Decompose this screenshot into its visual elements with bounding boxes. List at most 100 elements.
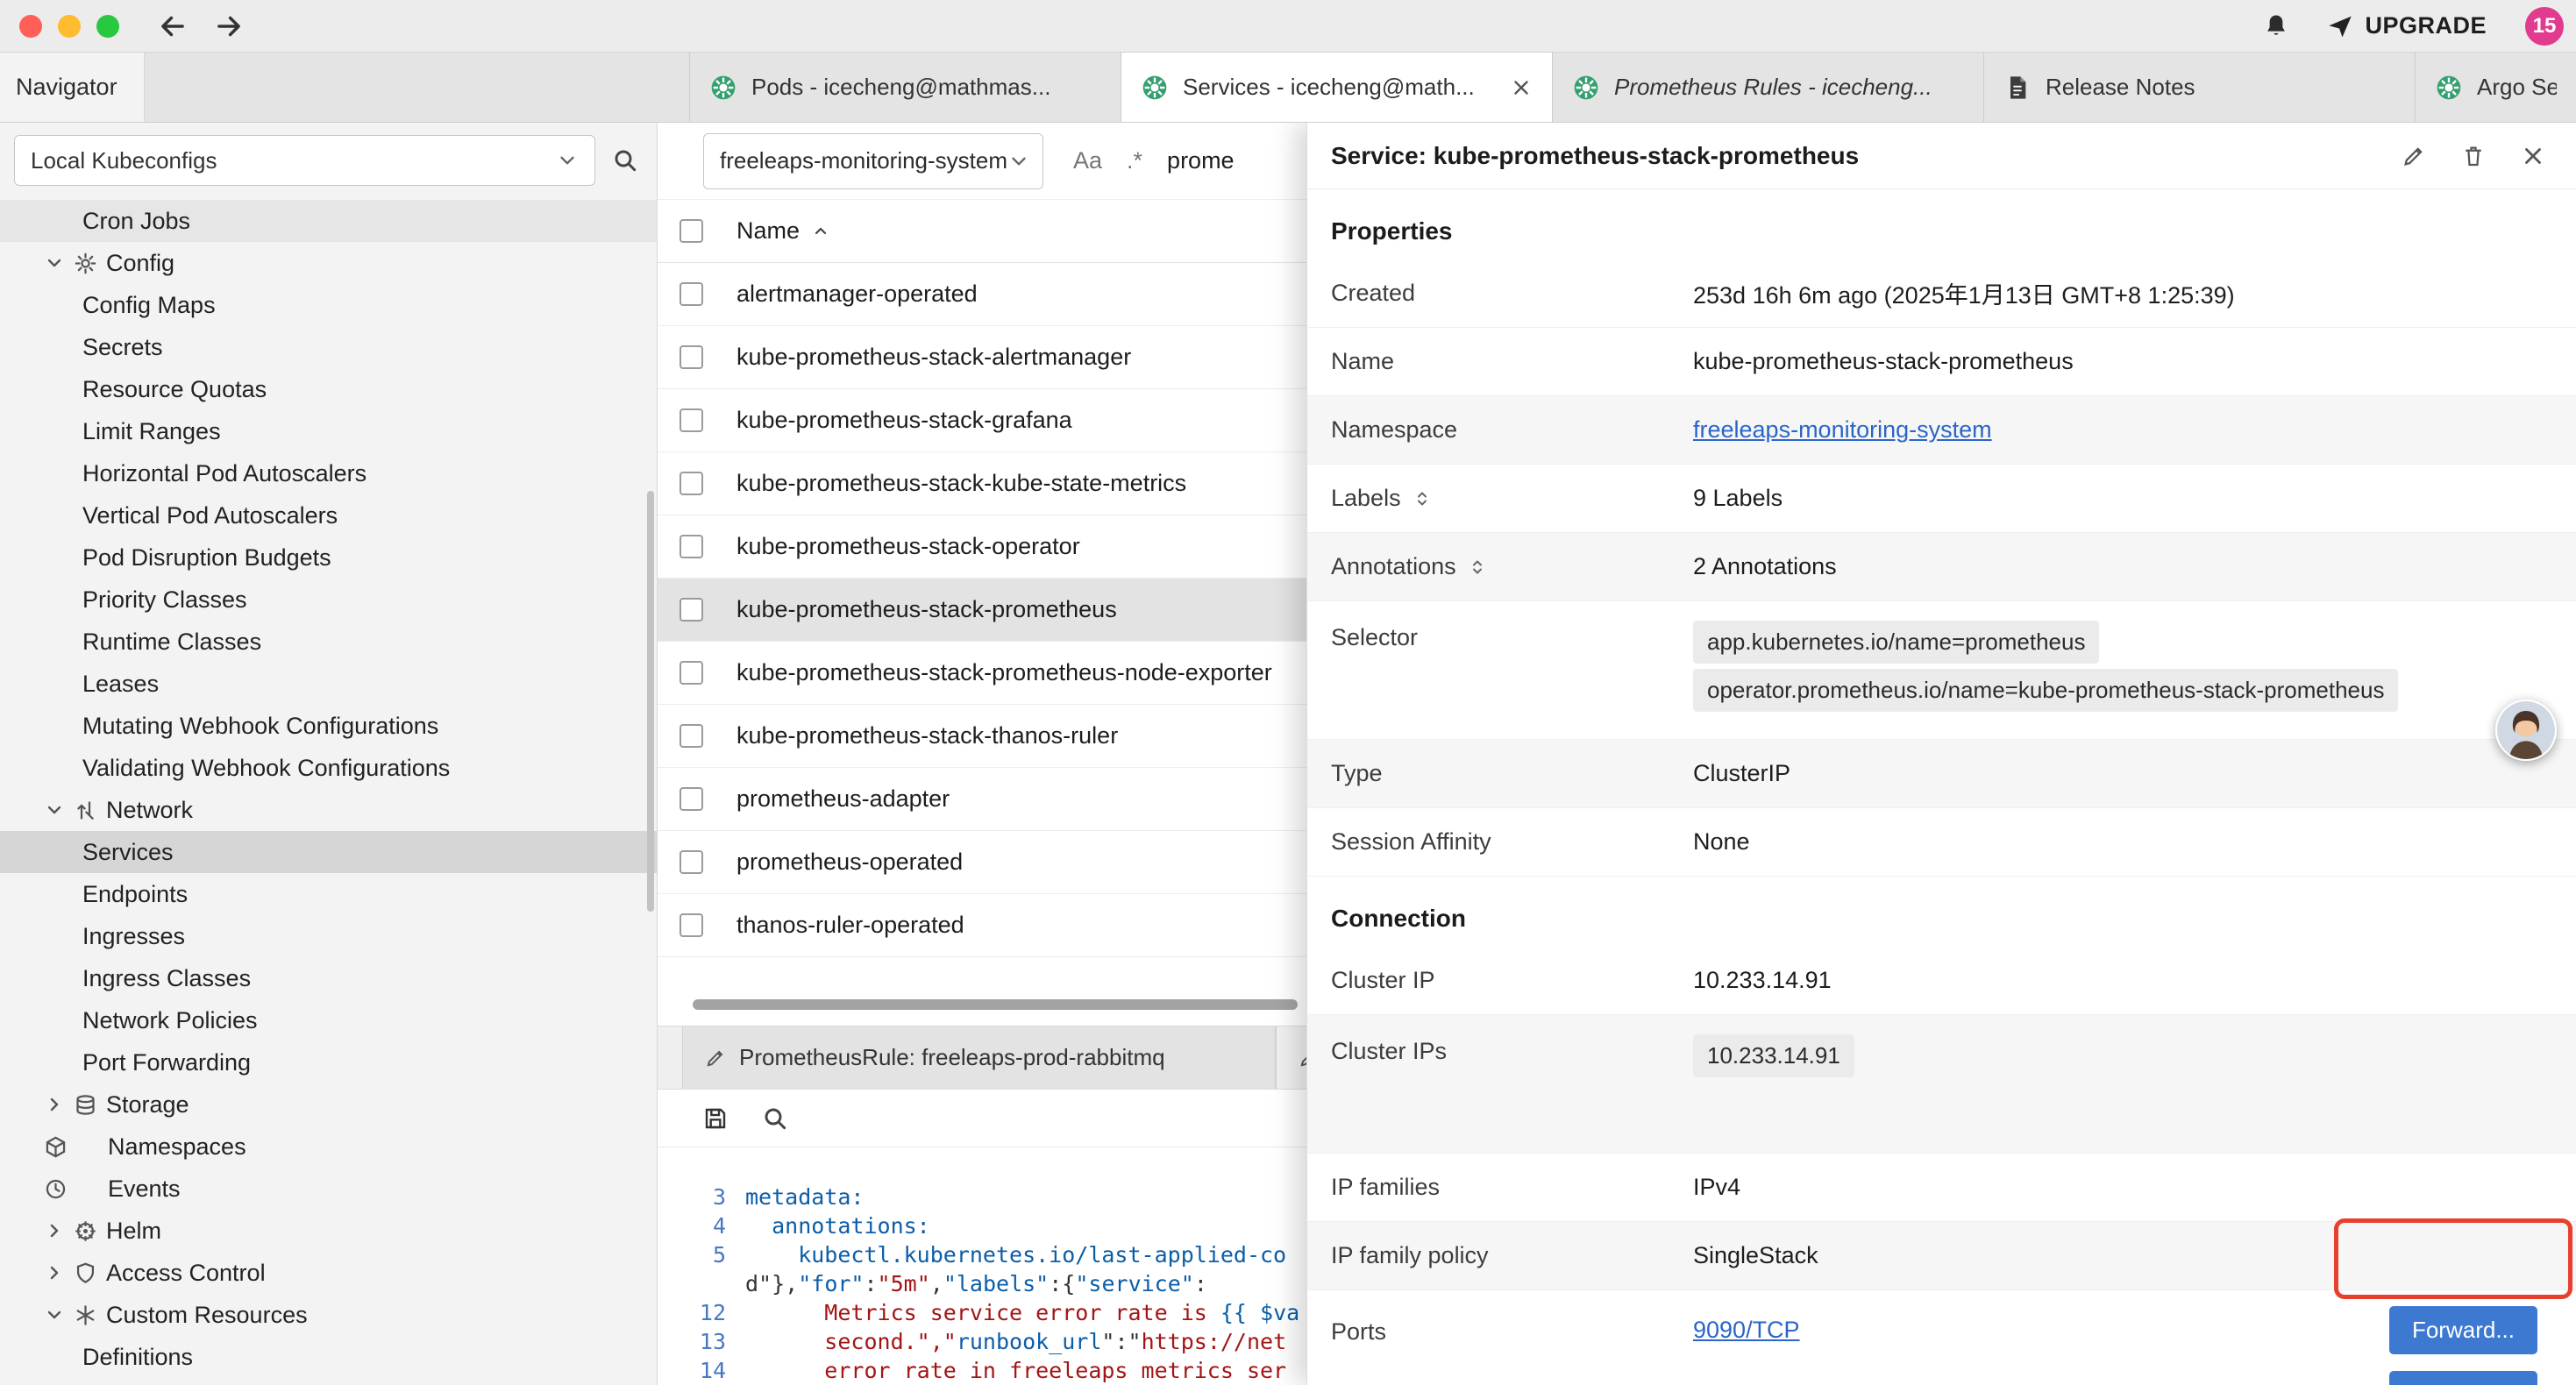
dock-tab-prometheusrule[interactable]: PrometheusRule: freeleaps-prod-rabbitmq bbox=[682, 1026, 1276, 1089]
sidebar-item-endpoints[interactable]: Endpoints bbox=[0, 873, 657, 915]
delete-icon[interactable] bbox=[2460, 143, 2487, 169]
maximize-window-button[interactable] bbox=[96, 15, 119, 38]
detail-text: None bbox=[1693, 828, 1750, 855]
sidebar-item-limit-ranges[interactable]: Limit Ranges bbox=[0, 410, 657, 452]
custom-icon bbox=[74, 1303, 97, 1327]
detail-label: Session Affinity bbox=[1331, 828, 1693, 856]
row-name: prometheus-operated bbox=[737, 849, 963, 876]
detail-row-labels: Labels9 Labels bbox=[1307, 465, 2576, 533]
namespace-link[interactable]: freeleaps-monitoring-system bbox=[1693, 416, 1992, 443]
sidebar-item-vertical-pod-autoscalers[interactable]: Vertical Pod Autoscalers bbox=[0, 494, 657, 536]
match-case-toggle[interactable]: Aa bbox=[1073, 147, 1102, 174]
sidebar-item-horizontal-pod-autoscalers[interactable]: Horizontal Pod Autoscalers bbox=[0, 452, 657, 494]
sidebar-item-ingresses[interactable]: Ingresses bbox=[0, 915, 657, 957]
sidebar-search-icon[interactable] bbox=[606, 146, 644, 174]
sidebar-item-custom-resources[interactable]: Custom Resources bbox=[0, 1294, 657, 1336]
sidebar-item-definitions[interactable]: Definitions bbox=[0, 1336, 657, 1378]
minimize-window-button[interactable] bbox=[58, 15, 81, 38]
sidebar-item-mutating-webhook-configurations[interactable]: Mutating Webhook Configurations bbox=[0, 705, 657, 747]
tab-argo-se[interactable]: Argo Se bbox=[2416, 53, 2576, 122]
kubeconfig-select[interactable]: Local Kubeconfigs bbox=[14, 135, 595, 186]
sidebar-item-label: Custom Resources bbox=[106, 1302, 308, 1329]
close-tab-icon[interactable] bbox=[1510, 76, 1533, 99]
sidebar-item-label: Config bbox=[106, 250, 174, 277]
upgrade-button[interactable]: UPGRADE bbox=[2326, 12, 2487, 40]
horizontal-scrollbar[interactable] bbox=[693, 999, 1298, 1010]
search-input[interactable]: prome bbox=[1167, 147, 1235, 174]
row-checkbox[interactable] bbox=[680, 661, 703, 685]
sort-ascending-icon[interactable] bbox=[810, 221, 831, 242]
sidebar-item-secrets[interactable]: Secrets bbox=[0, 326, 657, 368]
sidebar-item-storage[interactable]: Storage bbox=[0, 1083, 657, 1126]
tab-services-icecheng-math[interactable]: Services - icecheng@math... bbox=[1121, 53, 1553, 122]
detail-text: IPv4 bbox=[1693, 1174, 1740, 1200]
notifications-bell-icon[interactable] bbox=[2261, 11, 2291, 41]
sidebar-item-priority-classes[interactable]: Priority Classes bbox=[0, 579, 657, 621]
sidebar-item-label: Access Control bbox=[106, 1260, 266, 1287]
namespace-filter-value: freeleaps-monitoring-system bbox=[720, 147, 1007, 174]
sidebar-item-cron-jobs[interactable]: Cron Jobs bbox=[0, 200, 657, 242]
tab-pods-icecheng-mathmas[interactable]: Pods - icecheng@mathmas... bbox=[690, 53, 1121, 122]
sidebar-item-services[interactable]: Services bbox=[0, 831, 657, 873]
row-checkbox[interactable] bbox=[680, 598, 703, 621]
row-checkbox[interactable] bbox=[680, 724, 703, 748]
chevron-down-icon bbox=[44, 1304, 65, 1325]
row-checkbox[interactable] bbox=[680, 535, 703, 558]
row-checkbox[interactable] bbox=[680, 850, 703, 874]
row-checkbox[interactable] bbox=[680, 345, 703, 369]
sidebar-item-leases[interactable]: Leases bbox=[0, 663, 657, 705]
row-checkbox[interactable] bbox=[680, 787, 703, 811]
sidebar-item-runtime-classes[interactable]: Runtime Classes bbox=[0, 621, 657, 663]
detail-row-ports: Ports9090/TCPForward...8080:reloader-web… bbox=[1307, 1290, 2576, 1385]
row-name: thanos-ruler-operated bbox=[737, 912, 964, 939]
close-window-button[interactable] bbox=[19, 15, 42, 38]
forward-button[interactable]: Forward... bbox=[2389, 1371, 2537, 1385]
close-drawer-icon[interactable] bbox=[2520, 143, 2546, 169]
port-row: 8080:reloader-web/TCP Forward... bbox=[1693, 1362, 2576, 1385]
line-number: 14 bbox=[658, 1356, 745, 1385]
sidebar-item-config-maps[interactable]: Config Maps bbox=[0, 284, 657, 326]
select-all-checkbox[interactable] bbox=[680, 219, 703, 243]
tab-label: Release Notes bbox=[2046, 74, 2195, 101]
sidebar-item-ingress-classes[interactable]: Ingress Classes bbox=[0, 957, 657, 999]
sidebar-item-label: Mutating Webhook Configurations bbox=[82, 713, 438, 740]
sidebar-item-validating-webhook-configurations[interactable]: Validating Webhook Configurations bbox=[0, 747, 657, 789]
detail-value: 9090/TCP Forward... 8080:reloader-web/TCP F… bbox=[1693, 1297, 2576, 1385]
row-checkbox[interactable] bbox=[680, 408, 703, 432]
detail-row-cluster-ips: Cluster IPs10.233.14.91 bbox=[1307, 1015, 2576, 1154]
sidebar-item-port-forwarding[interactable]: Port Forwarding bbox=[0, 1041, 657, 1083]
sidebar-item-label: Namespaces bbox=[108, 1133, 246, 1161]
avatar[interactable] bbox=[2495, 700, 2557, 761]
sidebar-item-resource-quotas[interactable]: Resource Quotas bbox=[0, 368, 657, 410]
detail-label: Ports bbox=[1331, 1297, 1693, 1346]
navigator-panel-tab[interactable]: Navigator bbox=[0, 53, 145, 122]
sidebar-item-pod-disruption-budgets[interactable]: Pod Disruption Budgets bbox=[0, 536, 657, 579]
port-link[interactable]: 9090/TCP bbox=[1693, 1317, 1800, 1344]
sidebar-item-config[interactable]: Config bbox=[0, 242, 657, 284]
notification-count-badge[interactable]: 15 bbox=[2525, 7, 2564, 46]
save-icon[interactable] bbox=[701, 1104, 729, 1133]
back-button[interactable] bbox=[156, 10, 189, 43]
sidebar-item-namespaces[interactable]: Namespaces bbox=[0, 1126, 657, 1168]
detail-value: 2 Annotations bbox=[1693, 553, 2576, 580]
port-link[interactable]: 8080:reloader-web/TCP bbox=[1693, 1381, 1945, 1385]
tab-release-notes[interactable]: Release Notes bbox=[1984, 53, 2416, 122]
row-checkbox[interactable] bbox=[680, 472, 703, 495]
sidebar-item-network[interactable]: Network bbox=[0, 789, 657, 831]
namespace-filter-select[interactable]: freeleaps-monitoring-system bbox=[703, 133, 1043, 189]
edit-icon[interactable] bbox=[2401, 143, 2427, 169]
forward-button[interactable] bbox=[212, 10, 246, 43]
detail-value: 253d 16h 6m ago (2025年1月13日 GMT+8 1:25:3… bbox=[1693, 276, 2576, 310]
row-checkbox[interactable] bbox=[680, 282, 703, 306]
sidebar-item-access-control[interactable]: Access Control bbox=[0, 1252, 657, 1294]
sidebar-item-events[interactable]: Events bbox=[0, 1168, 657, 1210]
regex-toggle[interactable]: .* bbox=[1127, 147, 1142, 174]
sidebar-item-helm[interactable]: Helm bbox=[0, 1210, 657, 1252]
row-checkbox[interactable] bbox=[680, 913, 703, 937]
editor-search-icon[interactable] bbox=[761, 1104, 789, 1133]
sidebar-scrollbar[interactable] bbox=[647, 491, 654, 912]
name-column-header[interactable]: Name bbox=[737, 217, 800, 245]
sidebar-item-network-policies[interactable]: Network Policies bbox=[0, 999, 657, 1041]
forward-button[interactable]: Forward... bbox=[2389, 1306, 2537, 1354]
tab-prometheus-rules-icecheng[interactable]: Prometheus Rules - icecheng... bbox=[1553, 53, 1984, 122]
